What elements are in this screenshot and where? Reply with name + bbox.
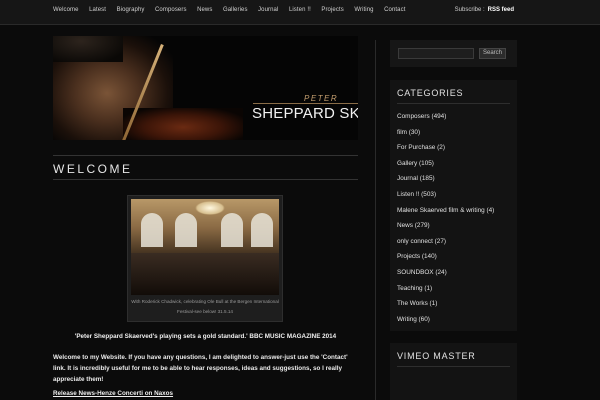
violin-image — [123, 108, 243, 140]
category-link-malene[interactable]: Malene Skaerved film & writing (4) — [397, 207, 494, 223]
window-arch — [251, 213, 273, 247]
categories-rule — [397, 103, 510, 104]
nav-galleries[interactable]: Galleries — [223, 7, 248, 13]
categories-widget: CATEGORIES Composers (494) film (30) For… — [390, 80, 517, 331]
top-nav-bar: Welcome Latest Biography Composers News … — [0, 0, 600, 25]
welcome-text: Welcome to my Website. If you have any q… — [53, 354, 348, 383]
categories-list: Composers (494) film (30) For Purchase (… — [397, 113, 494, 331]
categories-title: CATEGORIES — [397, 88, 464, 98]
portrait-hair — [53, 36, 123, 62]
subscribe: Subscribe : RSS feed — [455, 7, 514, 13]
window-arch — [221, 213, 243, 247]
category-link-soundbox[interactable]: SOUNDBOX (24) — [397, 269, 494, 285]
rss-feed-link[interactable]: RSS feed — [488, 7, 514, 13]
window-arch — [175, 213, 197, 247]
main-nav: Welcome Latest Biography Composers News … — [53, 7, 416, 13]
category-link-only-connect[interactable]: only connect (27) — [397, 238, 494, 254]
search-button[interactable]: Search — [479, 48, 506, 59]
search-input[interactable] — [398, 48, 474, 59]
category-link-news[interactable]: News (279) — [397, 222, 494, 238]
nav-writing[interactable]: Writing — [354, 7, 373, 13]
title-divider-bottom — [53, 179, 358, 180]
category-link-film[interactable]: film (30) — [397, 129, 494, 145]
search-widget: Search — [390, 40, 517, 67]
release-news-link[interactable]: Release News-Henze Concerti on Naxos — [53, 390, 173, 397]
category-link-for-purchase[interactable]: For Purchase (2) — [397, 144, 494, 160]
column-divider — [375, 40, 376, 400]
category-link-journal[interactable]: Journal (185) — [397, 175, 494, 191]
nav-listen[interactable]: Listen !! — [289, 7, 311, 13]
nav-journal[interactable]: Journal — [258, 7, 278, 13]
nav-welcome[interactable]: Welcome — [53, 7, 79, 13]
nav-news[interactable]: News — [197, 7, 212, 13]
category-link-gallery[interactable]: Gallery (105) — [397, 160, 494, 176]
nav-contact[interactable]: Contact — [384, 7, 405, 13]
category-link-teaching[interactable]: Teaching (1) — [397, 285, 494, 301]
page-title: WELCOME — [53, 162, 133, 176]
category-link-projects[interactable]: Projects (140) — [397, 253, 494, 269]
nav-composers[interactable]: Composers — [155, 7, 187, 13]
header-first-name: PETER — [304, 94, 339, 103]
chandelier — [195, 201, 225, 215]
vimeo-title: VIMEO MASTER — [397, 351, 476, 361]
subscribe-label: Subscribe : — [454, 7, 485, 13]
nav-latest[interactable]: Latest — [89, 7, 106, 13]
category-link-listen[interactable]: Listen !! (503) — [397, 191, 494, 207]
nav-projects[interactable]: Projects — [321, 7, 343, 13]
header-full-name: SHEPPARD SKÆRVED — [252, 105, 358, 122]
header-name-rule — [253, 103, 358, 104]
header-banner[interactable]: PETER SHEPPARD SKÆRVED — [53, 36, 358, 140]
category-link-writing[interactable]: Writing (60) — [397, 316, 494, 332]
press-quote: 'Peter Sheppard Skaerved's playing sets … — [74, 333, 337, 340]
category-link-the-works[interactable]: The Works (1) — [397, 300, 494, 316]
window-arch — [141, 213, 163, 247]
category-link-composers[interactable]: Composers (494) — [397, 113, 494, 129]
vimeo-widget: VIMEO MASTER — [390, 343, 517, 400]
photo-caption: With Roderick Chadwick, celebrating Ole … — [131, 299, 279, 314]
title-divider-top — [53, 155, 358, 156]
nav-biography[interactable]: Biography — [117, 7, 145, 13]
audience — [131, 253, 279, 295]
vimeo-rule — [397, 366, 510, 367]
featured-photo-frame: With Roderick Chadwick, celebrating Ole … — [127, 195, 283, 322]
concert-photo[interactable] — [131, 199, 279, 295]
